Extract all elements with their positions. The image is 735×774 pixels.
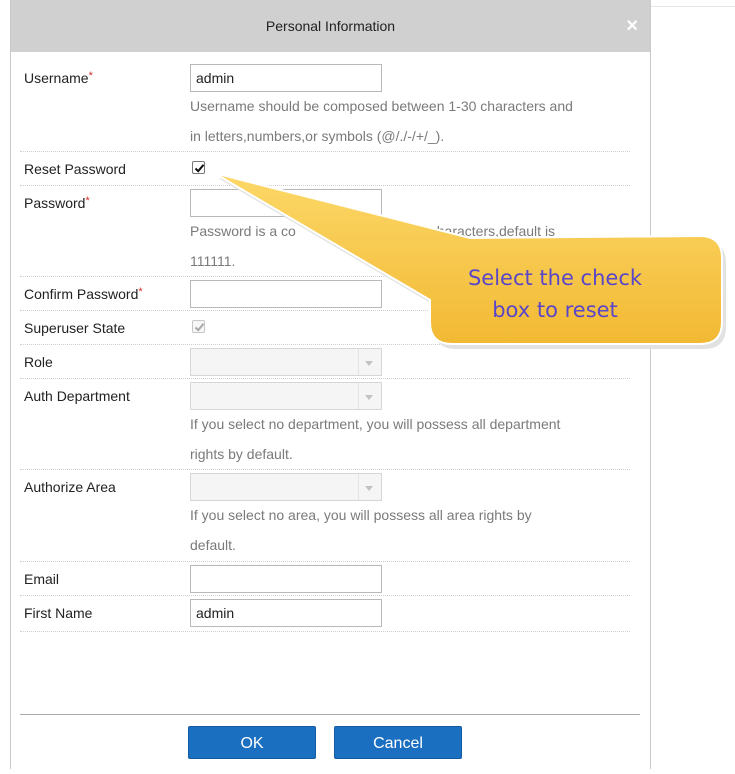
auth-department-hint-line2: rights by default. [190, 446, 293, 462]
cancel-button[interactable]: Cancel [334, 726, 462, 759]
password-row: Password* Password is a co n of 4 to 18 c… [20, 186, 630, 277]
auth-department-select[interactable] [190, 382, 382, 410]
reset-password-label: Reset Password [24, 161, 126, 177]
chevron-down-icon [365, 486, 373, 491]
username-input[interactable] [190, 64, 382, 92]
password-input[interactable] [190, 189, 382, 217]
email-input[interactable] [190, 565, 382, 593]
username-label: Username* [24, 70, 93, 86]
ok-button[interactable]: OK [188, 726, 316, 759]
email-label: Email [24, 571, 60, 587]
auth-department-hint-line1: If you select no department, you will po… [190, 416, 561, 432]
username-row: Username* Username should be composed be… [20, 61, 630, 152]
authorize-area-label: Authorize Area [24, 479, 116, 495]
footer-divider [20, 714, 640, 715]
password-hint-line1: Password is a co n of 4 to 18 characters,… [190, 223, 556, 239]
first-name-label: First Name [24, 605, 93, 621]
confirm-password-input[interactable] [190, 280, 382, 308]
username-hint-line2: in letters,numbers,or symbols (@/./-/+/_… [190, 128, 445, 144]
reset-password-row: Reset Password [20, 152, 630, 186]
auth-department-row: Auth Department If you select no departm… [20, 379, 630, 470]
check-icon [194, 164, 205, 173]
first-name-input[interactable] [190, 599, 382, 627]
dialog-title: Personal Information [265, 18, 396, 34]
check-icon [194, 323, 205, 332]
superuser-state-label: Superuser State [24, 320, 126, 336]
auth-department-label: Auth Department [24, 388, 130, 404]
reset-password-checkbox[interactable] [192, 161, 205, 174]
dialog-titlebar: Personal Information × [11, 0, 650, 52]
authorize-area-hint-line2: default. [190, 537, 236, 553]
superuser-state-checkbox [192, 320, 205, 333]
authorize-area-row: Authorize Area If you select no area, yo… [20, 470, 630, 562]
authorize-area-select[interactable] [190, 473, 382, 501]
password-hint-line2: 111111. [190, 253, 236, 269]
email-row: Email [20, 562, 630, 596]
close-icon[interactable]: × [626, 0, 638, 52]
role-label: Role [24, 354, 53, 370]
chevron-down-icon [365, 361, 373, 366]
confirm-password-row: Confirm Password* [20, 277, 630, 311]
background-divider [651, 6, 735, 7]
required-mark: * [88, 70, 93, 82]
password-label: Password* [24, 195, 90, 211]
chevron-down-icon [365, 395, 373, 400]
confirm-password-label: Confirm Password* [24, 286, 143, 302]
required-mark: * [85, 195, 90, 207]
authorize-area-hint-line1: If you select no area, you will possess … [190, 507, 532, 523]
role-select[interactable] [190, 348, 382, 376]
role-row: Role [20, 345, 630, 379]
username-hint-line1: Username should be composed between 1-30… [190, 98, 573, 114]
first-name-row: First Name [20, 596, 630, 632]
superuser-state-row: Superuser State [20, 311, 630, 345]
required-mark: * [138, 286, 143, 298]
